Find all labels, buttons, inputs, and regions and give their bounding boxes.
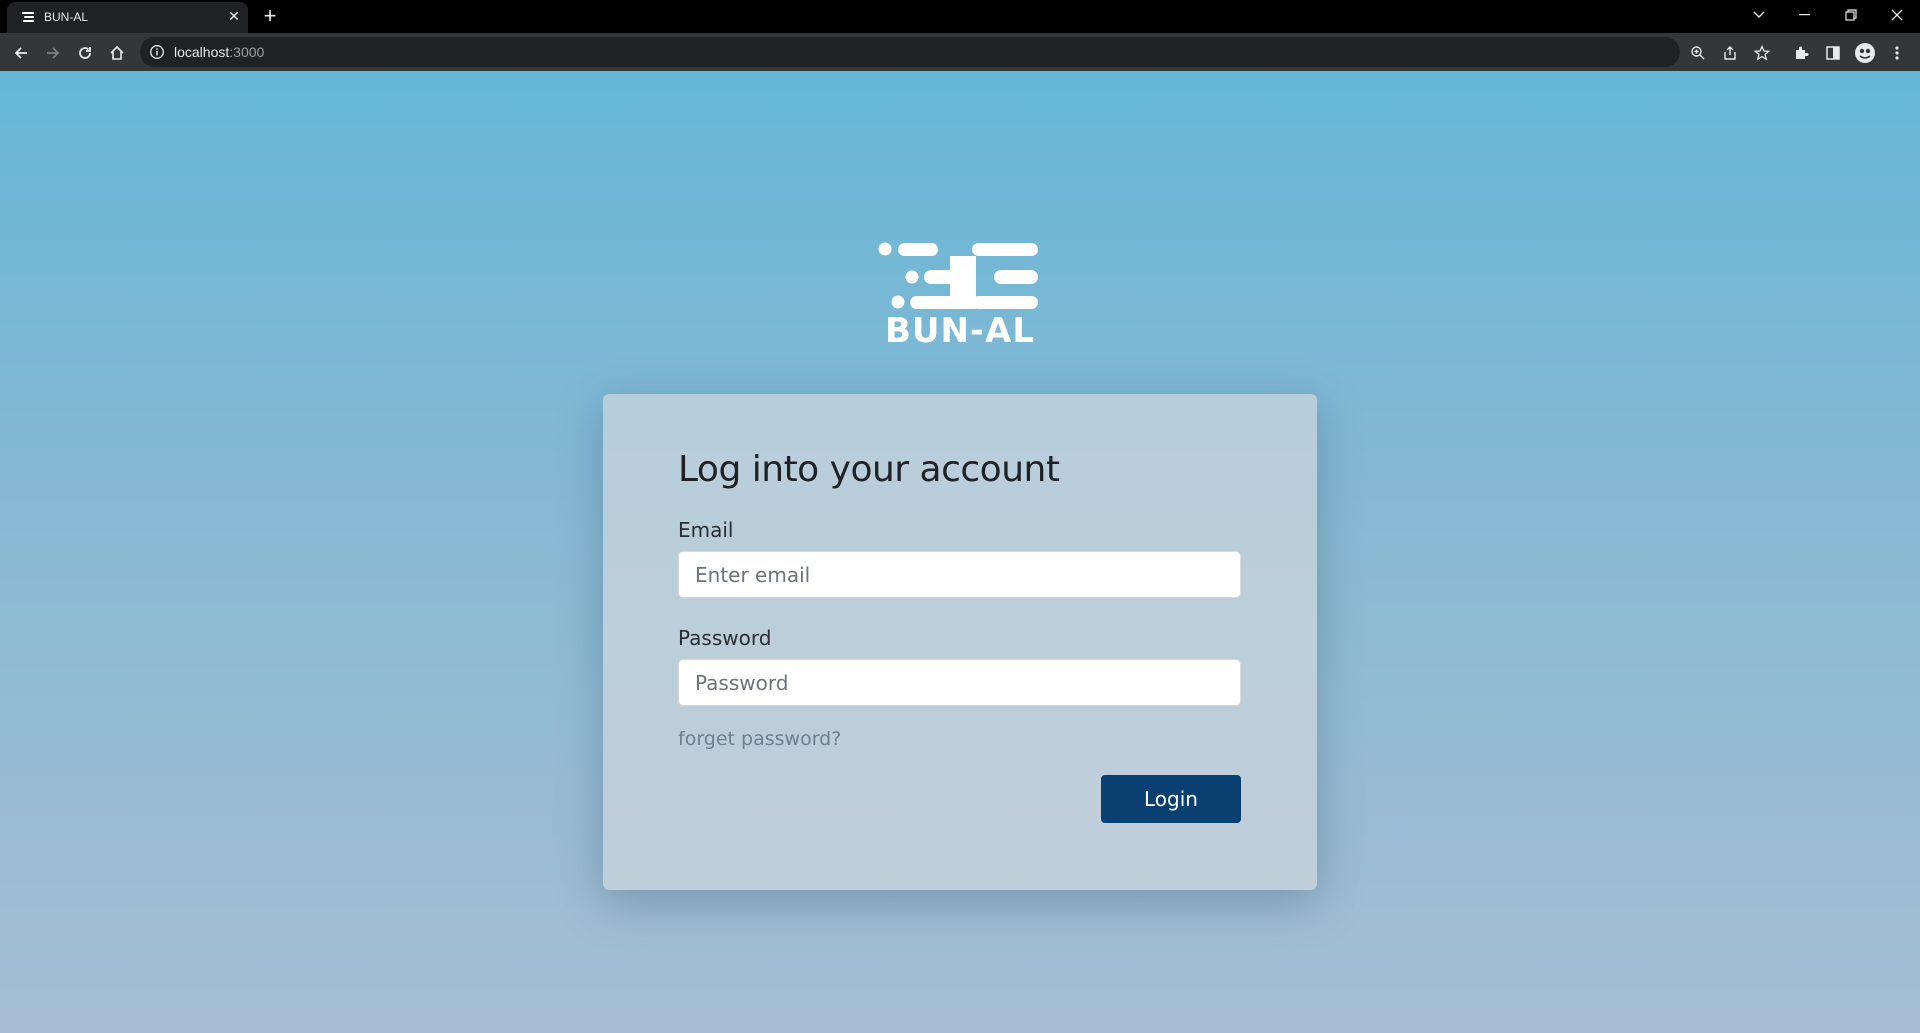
password-label: Password bbox=[678, 626, 772, 650]
new-tab-button[interactable]: + bbox=[258, 5, 282, 29]
url-text: localhost:3000 bbox=[174, 44, 264, 60]
restore-icon[interactable] bbox=[1828, 0, 1874, 30]
menu-icon[interactable] bbox=[1883, 39, 1911, 67]
page-viewport: BUN-AL Log into your account Email Passw… bbox=[0, 71, 1920, 1033]
tab-title: BUN-AL bbox=[44, 10, 89, 24]
star-icon[interactable] bbox=[1748, 39, 1776, 67]
tab-search-icon[interactable] bbox=[1736, 0, 1782, 30]
close-window-icon[interactable] bbox=[1874, 0, 1920, 30]
url-port: :3000 bbox=[229, 44, 265, 60]
forward-icon[interactable] bbox=[39, 39, 67, 67]
address-bar[interactable]: localhost:3000 bbox=[140, 37, 1680, 67]
email-label: Email bbox=[678, 518, 734, 542]
extensions-icon[interactable] bbox=[1787, 39, 1815, 67]
password-field[interactable] bbox=[678, 659, 1241, 706]
minimize-icon[interactable] bbox=[1782, 0, 1828, 30]
profile-icon[interactable] bbox=[1851, 39, 1879, 67]
browser-toolbar: localhost:3000 bbox=[0, 33, 1920, 71]
browser-tabstrip: BUN-AL ✕ + bbox=[0, 0, 1920, 33]
share-icon[interactable] bbox=[1716, 39, 1744, 67]
reload-icon[interactable] bbox=[71, 39, 99, 67]
zoom-icon[interactable] bbox=[1684, 39, 1712, 67]
side-panel-icon[interactable] bbox=[1819, 39, 1847, 67]
brand-logo: BUN-AL bbox=[876, 239, 1044, 351]
bun-al-favicon-icon bbox=[22, 12, 34, 22]
forgot-password-link[interactable]: forget password? bbox=[678, 728, 841, 750]
url-host: localhost bbox=[174, 44, 230, 60]
page-title: Log into your account bbox=[678, 449, 1060, 490]
browser-tab[interactable]: BUN-AL ✕ bbox=[7, 2, 248, 33]
brand-name: BUN-AL bbox=[884, 311, 1036, 351]
bun-al-logo-icon bbox=[878, 242, 1038, 309]
back-icon[interactable] bbox=[7, 39, 35, 67]
email-field[interactable] bbox=[678, 551, 1241, 598]
login-button[interactable]: Login bbox=[1101, 775, 1241, 823]
tab-close-icon[interactable]: ✕ bbox=[225, 8, 243, 26]
info-icon[interactable] bbox=[149, 44, 165, 60]
login-card: Log into your account Email Password for… bbox=[603, 394, 1317, 890]
home-icon[interactable] bbox=[103, 39, 131, 67]
